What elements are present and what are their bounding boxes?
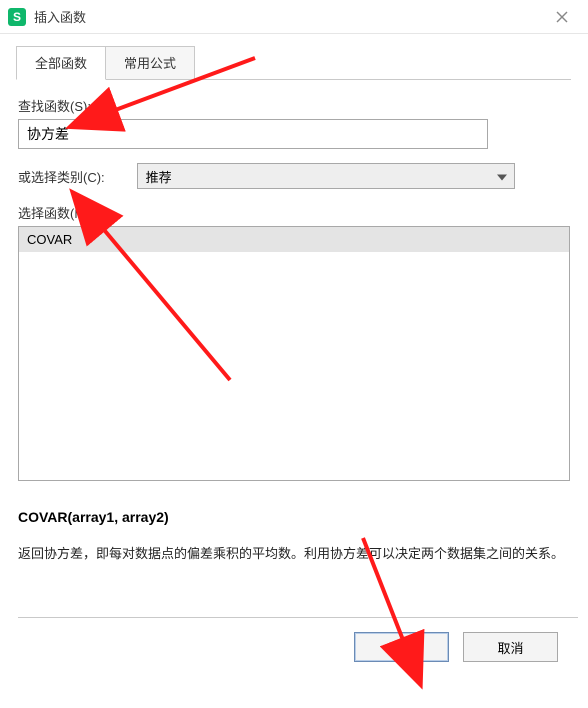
list-item[interactable]: COVAR — [19, 227, 569, 252]
search-label: 查找函数(S): — [18, 96, 570, 115]
list-item-label: COVAR — [27, 232, 72, 247]
category-selected-value: 推荐 — [146, 167, 172, 186]
button-row: 确定 取消 — [18, 618, 570, 662]
tab-all-label: 全部函数 — [35, 56, 87, 71]
titlebar: S 插入函数 — [0, 0, 588, 34]
app-icon-letter: S — [13, 10, 21, 24]
function-listbox[interactable]: COVAR — [18, 226, 570, 481]
cancel-button[interactable]: 取消 — [463, 632, 558, 662]
category-label: 或选择类别(C): — [18, 167, 105, 186]
tab-common-formulas[interactable]: 常用公式 — [105, 46, 195, 79]
ok-button-label: 确定 — [388, 638, 414, 657]
function-list-label: 选择函数(N): — [18, 203, 570, 222]
ok-button[interactable]: 确定 — [354, 632, 449, 662]
app-icon: S — [8, 8, 26, 26]
window-title: 插入函数 — [34, 7, 542, 26]
tab-bar: 全部函数 常用公式 — [16, 46, 571, 80]
dialog-body: 查找函数(S): 或选择类别(C): 推荐 选择函数(N): COVAR COV… — [0, 80, 588, 662]
cancel-button-label: 取消 — [497, 638, 523, 657]
category-select[interactable]: 推荐 — [137, 163, 515, 189]
function-description: 返回协方差，即每对数据点的偏差乘积的平均数。利用协方差可以决定两个数据集之间的关… — [18, 543, 566, 565]
tab-all-functions[interactable]: 全部函数 — [16, 46, 106, 80]
function-syntax: COVAR(array1, array2) — [18, 509, 570, 525]
close-icon — [556, 11, 568, 23]
tab-common-label: 常用公式 — [124, 56, 176, 71]
close-button[interactable] — [542, 2, 582, 32]
search-input[interactable] — [18, 119, 488, 149]
